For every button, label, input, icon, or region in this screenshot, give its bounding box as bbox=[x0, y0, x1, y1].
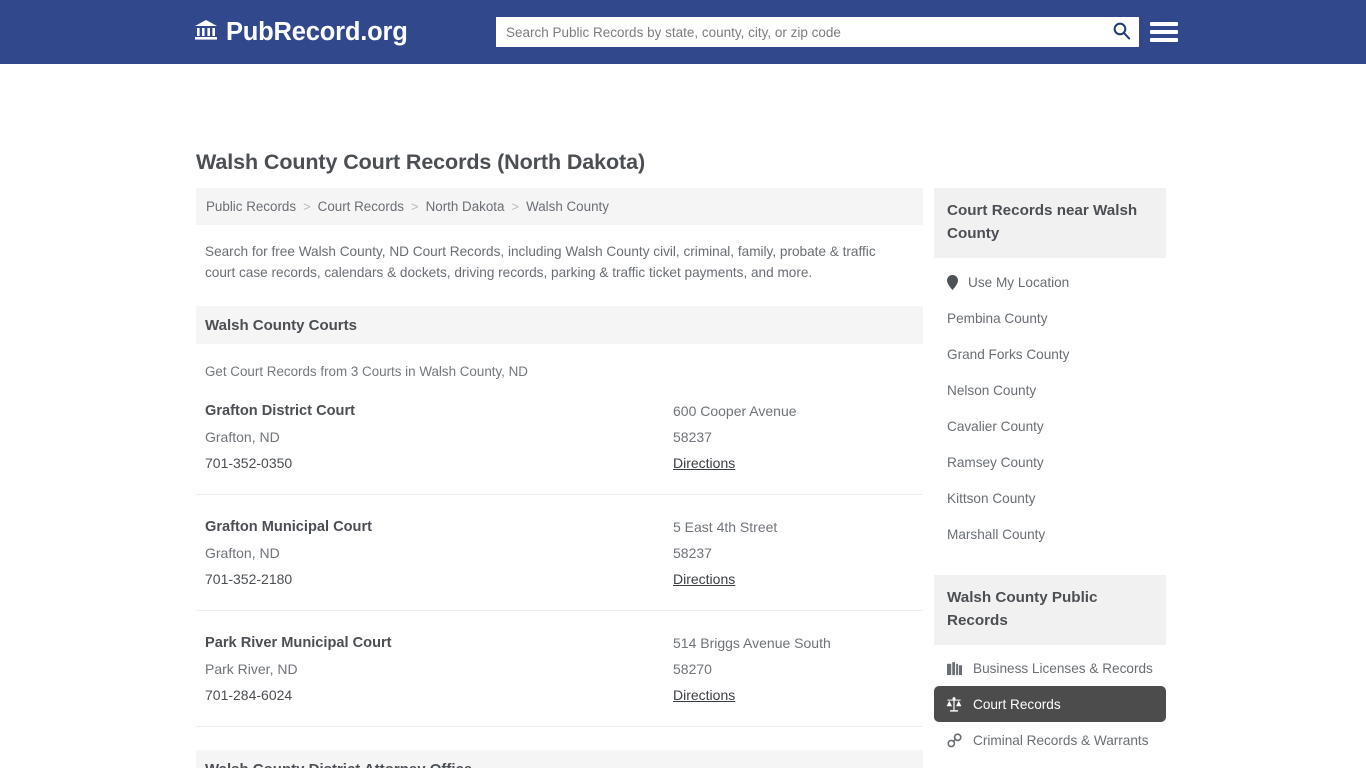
nearby-counties-list: Use My Location Pembina County Grand Forks… bbox=[934, 258, 1166, 552]
sidebar-record-item[interactable]: Business Licenses & Records bbox=[934, 650, 1166, 686]
hamburger-bar-1 bbox=[1150, 22, 1178, 26]
search-input[interactable] bbox=[496, 17, 1103, 47]
sidebar-item-label: Ramsey County bbox=[947, 454, 1044, 470]
breadcrumb-item-4[interactable]: Walsh County bbox=[526, 199, 609, 214]
scales-of-justice-icon bbox=[946, 696, 962, 712]
map-pin-icon bbox=[947, 274, 959, 290]
breadcrumb-separator: > bbox=[410, 199, 419, 214]
entry-city-state: Park River, ND bbox=[205, 661, 298, 677]
court-sections: Walsh County Courts Get Court Records fro… bbox=[196, 306, 923, 768]
entry-phone[interactable]: 701-352-0350 bbox=[205, 450, 673, 476]
entry-right-column: 600 Cooper Avenue 58237 Directions bbox=[673, 398, 914, 476]
brand-logo[interactable]: PubRecord.org bbox=[194, 18, 408, 47]
sidebar-item-label: Grand Forks County bbox=[947, 346, 1070, 362]
sidebar-record-item[interactable]: Court Records bbox=[934, 686, 1166, 722]
entry-city-state: Grafton, ND bbox=[205, 429, 280, 445]
court-entry-row: Park River Municipal Court Park River, ND… bbox=[196, 611, 923, 727]
court-entry-row: Grafton Municipal Court Grafton, ND 701-35… bbox=[196, 495, 923, 611]
entry-name[interactable]: Grafton Municipal Court bbox=[205, 514, 673, 540]
court-entry-row: Grafton District Court Grafton, ND 701-352… bbox=[196, 379, 923, 495]
sidebar: Court Records near Walsh County Use My L… bbox=[934, 188, 1166, 768]
records-panel-title: Walsh County Public Records bbox=[934, 575, 1166, 645]
entry-right-column: 514 Briggs Avenue South 58270 Directions bbox=[673, 630, 914, 708]
sidebar-record-label: Criminal Records & Warrants bbox=[973, 732, 1149, 748]
sidebar-nearby-county[interactable]: Pembina County bbox=[934, 300, 1166, 336]
page-intro-text: Search for free Walsh County, ND Court R… bbox=[205, 244, 876, 280]
section-heading: Walsh County District Attorney Office bbox=[196, 750, 923, 768]
search-icon bbox=[1112, 21, 1131, 43]
entry-left-column: Grafton Municipal Court Grafton, ND 701-35… bbox=[205, 514, 673, 592]
sidebar-nearby-county[interactable]: Cavalier County bbox=[934, 408, 1166, 444]
site-header: PubRecord.org bbox=[0, 0, 1366, 64]
entry-directions-wrap: Directions bbox=[673, 682, 914, 708]
sidebar-nearby-county[interactable]: Marshall County bbox=[934, 516, 1166, 552]
briefcase-icon bbox=[946, 661, 962, 676]
breadcrumb-item-3[interactable]: North Dakota bbox=[426, 199, 505, 214]
entry-street: 600 Cooper Avenue bbox=[673, 403, 797, 419]
sidebar-item-label: Nelson County bbox=[947, 382, 1037, 398]
search-button[interactable] bbox=[1103, 17, 1139, 47]
sidebar-record-item[interactable]: Marriage & Divorce Records bbox=[934, 758, 1166, 768]
sidebar-nearby-county[interactable]: Grand Forks County bbox=[934, 336, 1166, 372]
sidebar-item-label: Marshall County bbox=[947, 526, 1046, 542]
entry-zip: 58270 bbox=[673, 661, 712, 677]
sidebar-record-item[interactable]: Criminal Records & Warrants bbox=[934, 722, 1166, 758]
entry-zip: 58237 bbox=[673, 545, 712, 561]
entry-directions-wrap: Directions bbox=[673, 566, 914, 592]
section-subtitle: Get Court Records from 3 Courts in Walsh… bbox=[205, 364, 528, 379]
page-body: Walsh County Court Records (North Dakota… bbox=[0, 64, 1366, 768]
sidebar-nearby-county[interactable]: Ramsey County bbox=[934, 444, 1166, 480]
entry-phone[interactable]: 701-352-2180 bbox=[205, 566, 673, 592]
sidebar-nearby-county[interactable]: Kittson County bbox=[934, 480, 1166, 516]
search-bar bbox=[496, 17, 1139, 47]
near-panel-title: Court Records near Walsh County bbox=[934, 188, 1166, 258]
hamburger-menu-button[interactable] bbox=[1150, 18, 1178, 46]
entry-phone[interactable]: 701-284-6024 bbox=[205, 682, 673, 708]
hamburger-bar-2 bbox=[1150, 30, 1178, 34]
page-title: Walsh County Court Records (North Dakota… bbox=[196, 150, 646, 174]
hamburger-bar-3 bbox=[1150, 38, 1178, 42]
bank-building-icon bbox=[194, 18, 218, 47]
sidebar-nearby-county[interactable]: Nelson County bbox=[934, 372, 1166, 408]
breadcrumb-item-1[interactable]: Public Records bbox=[206, 199, 296, 214]
entry-street: 514 Briggs Avenue South bbox=[673, 635, 831, 651]
handcuffs-icon bbox=[946, 732, 962, 748]
breadcrumb: Public Records > Court Records > North Dakot… bbox=[196, 188, 923, 225]
sidebar-item-label: Pembina County bbox=[947, 310, 1048, 326]
sidebar-item-label: Cavalier County bbox=[947, 418, 1044, 434]
directions-link[interactable]: Directions bbox=[673, 682, 735, 708]
entry-city-state: Grafton, ND bbox=[205, 545, 280, 561]
entry-name[interactable]: Grafton District Court bbox=[205, 398, 673, 424]
breadcrumb-separator: > bbox=[303, 199, 311, 214]
entry-left-column: Park River Municipal Court Park River, ND… bbox=[205, 630, 673, 708]
breadcrumb-item-2[interactable]: Court Records bbox=[318, 199, 404, 214]
sidebar-item-label: Kittson County bbox=[947, 490, 1036, 506]
breadcrumb-separator: > bbox=[511, 199, 520, 214]
entry-left-column: Grafton District Court Grafton, ND 701-352… bbox=[205, 398, 673, 476]
entry-right-column: 5 East 4th Street 58237 Directions bbox=[673, 514, 914, 592]
directions-link[interactable]: Directions bbox=[673, 566, 735, 592]
sidebar-item-label: Use My Location bbox=[968, 274, 1070, 290]
main-content: Public Records > Court Records > North Dakot… bbox=[196, 188, 923, 768]
entry-zip: 58237 bbox=[673, 429, 712, 445]
public-records-list: Business Licenses & Records Court Records… bbox=[934, 645, 1166, 768]
brand-name: PubRecord.org bbox=[226, 17, 408, 46]
sidebar-record-label: Business Licenses & Records bbox=[973, 660, 1153, 676]
section-heading: Walsh County Courts bbox=[196, 306, 923, 344]
sidebar-use-my-location[interactable]: Use My Location bbox=[934, 264, 1166, 300]
directions-link[interactable]: Directions bbox=[673, 450, 735, 476]
entry-directions-wrap: Directions bbox=[673, 450, 914, 476]
entry-name[interactable]: Park River Municipal Court bbox=[205, 630, 673, 656]
entry-street: 5 East 4th Street bbox=[673, 519, 778, 535]
sidebar-record-label: Court Records bbox=[973, 696, 1061, 712]
